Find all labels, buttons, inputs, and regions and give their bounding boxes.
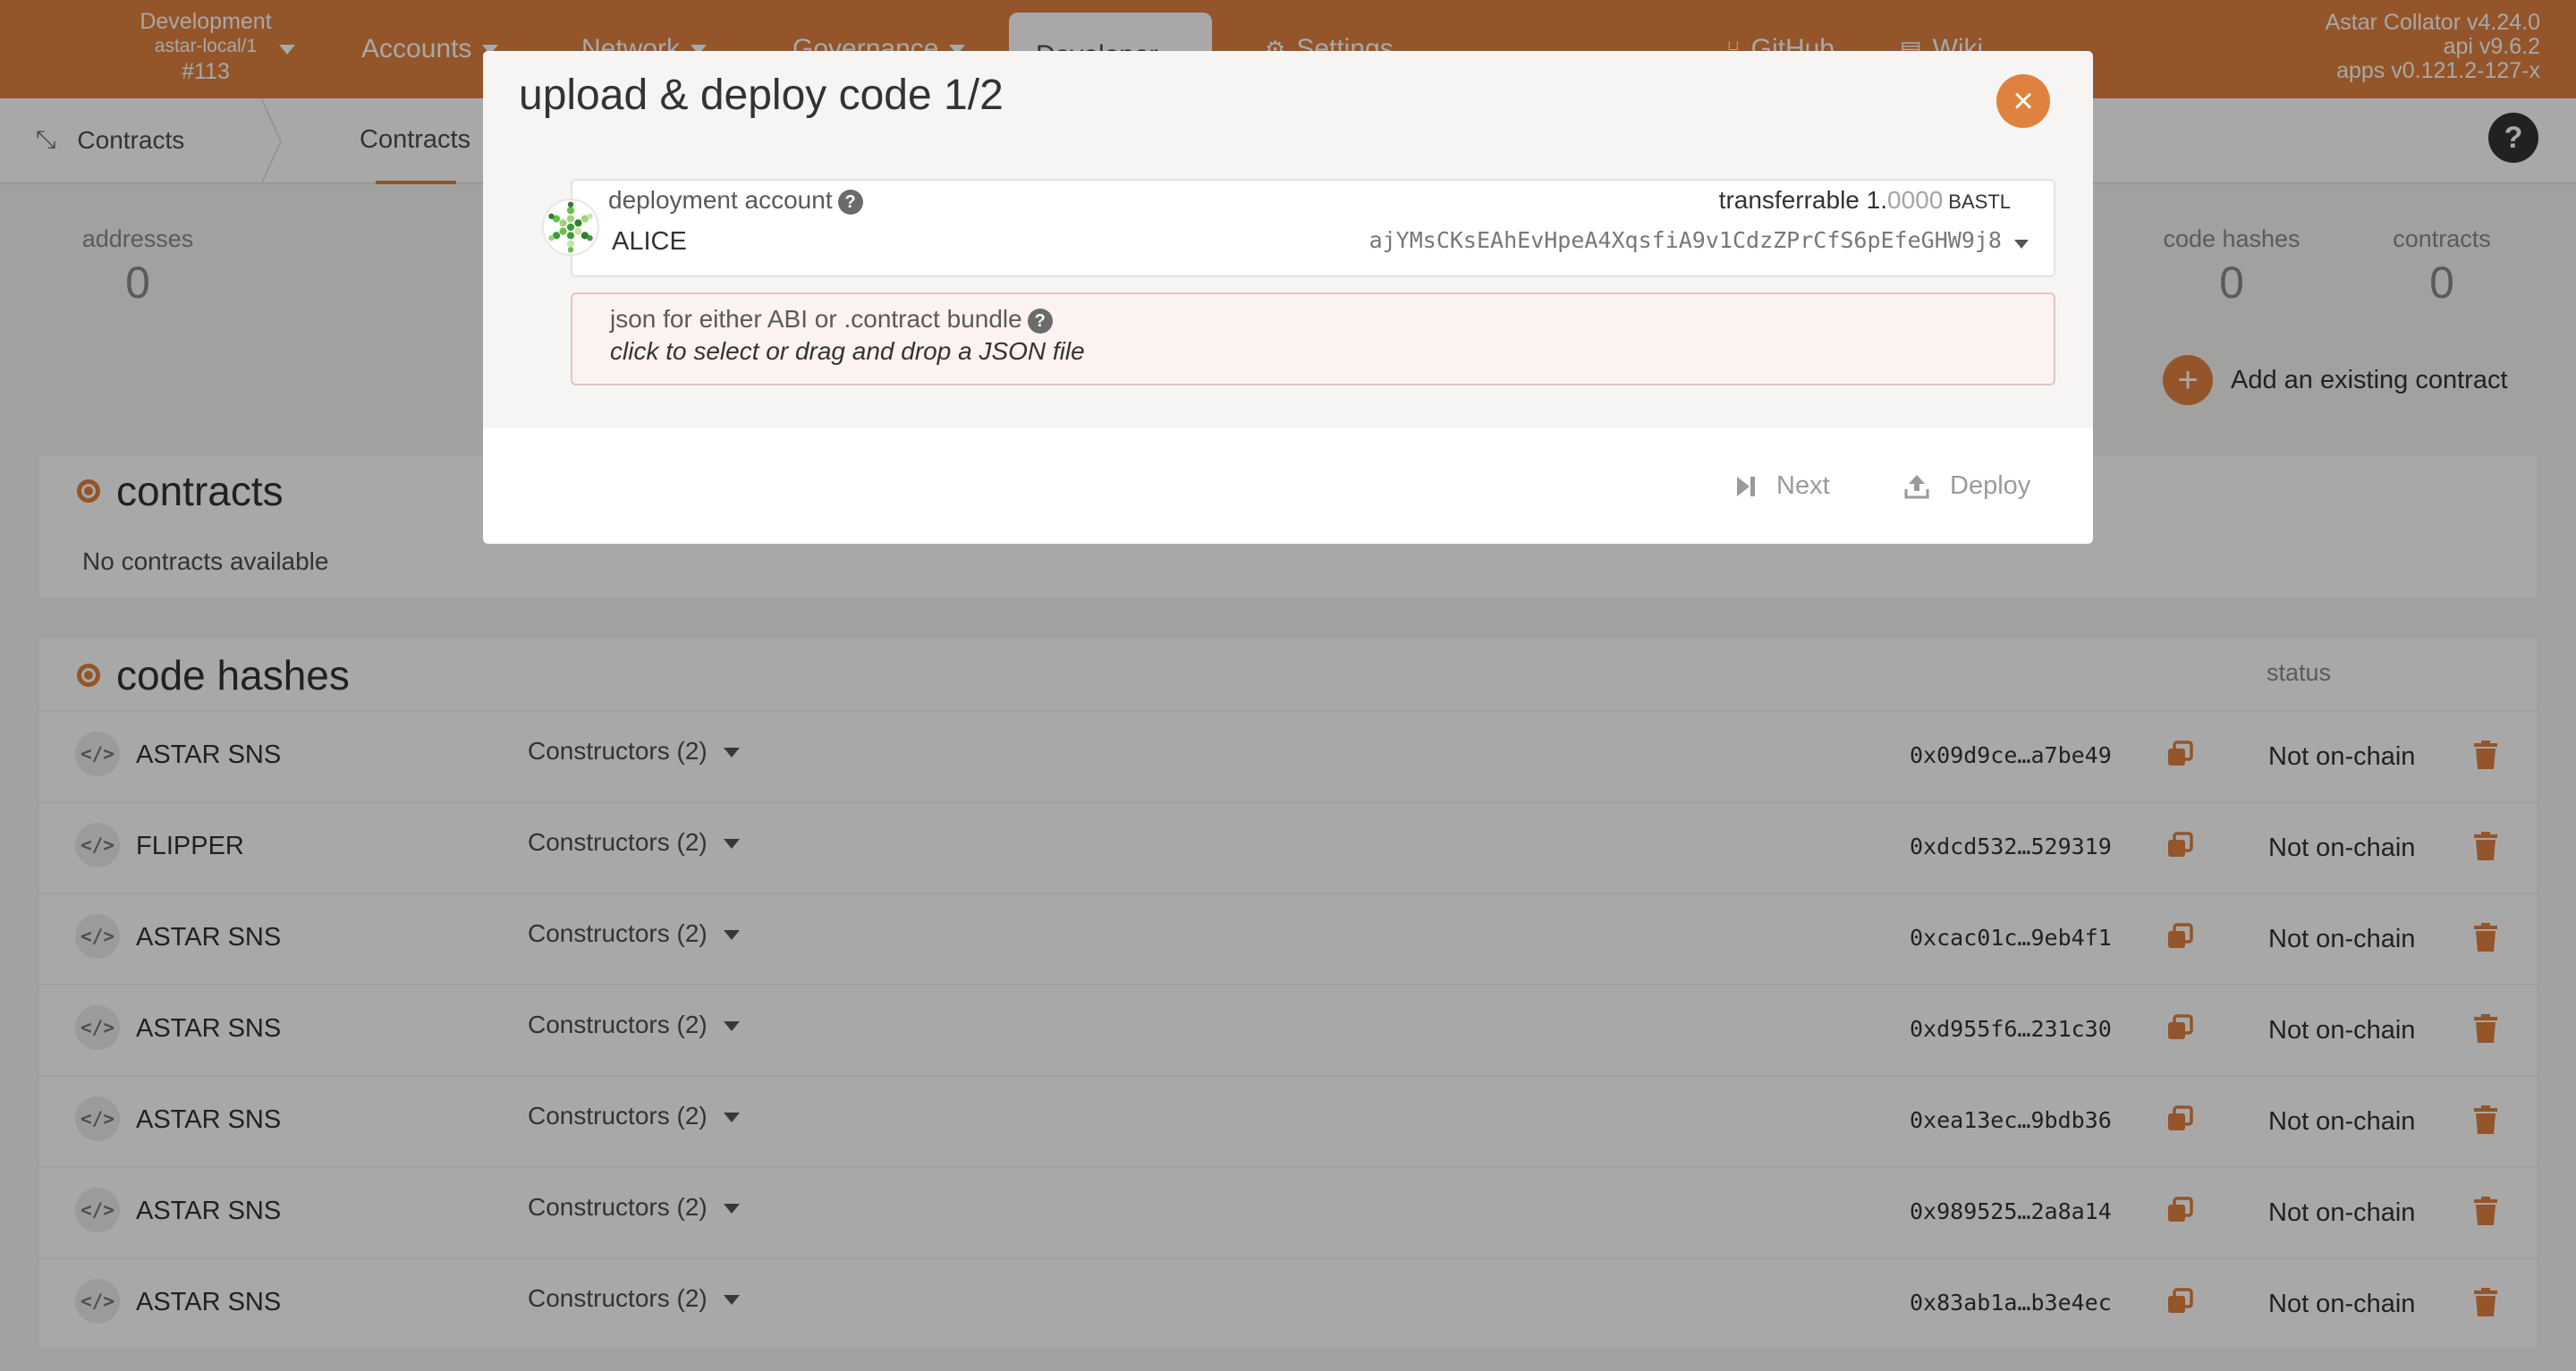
deployment-account-label-text: deployment account xyxy=(608,186,833,214)
identicon-dot xyxy=(567,201,574,207)
transferrable-label: transferrable 1. xyxy=(1718,186,1887,214)
identicon-dot xyxy=(566,223,575,232)
identicon-dot xyxy=(566,215,575,223)
next-button[interactable]: Next xyxy=(1735,471,1830,501)
close-icon: × xyxy=(2012,80,2034,121)
step-forward-icon xyxy=(1737,476,1755,496)
transferrable-unit: BASTL xyxy=(1948,190,2011,213)
identicon-dot xyxy=(559,227,567,235)
chevron-down-icon xyxy=(2014,240,2029,249)
identicon-dot xyxy=(548,235,555,241)
modal-title: upload & deploy code 1/2 xyxy=(519,72,1004,119)
identicon-dot xyxy=(567,247,574,253)
identicon-dot xyxy=(574,227,582,235)
upload-icon xyxy=(1904,474,1929,498)
identicon-dot xyxy=(548,213,555,219)
help-icon[interactable]: ? xyxy=(837,189,863,215)
deployment-account-select[interactable]: deployment account? ALICE transferrable … xyxy=(571,179,2055,277)
upload-deploy-modal: upload & deploy code 1/2 × deployment ac… xyxy=(483,51,2093,544)
account-name: ALICE xyxy=(612,227,687,256)
transferrable-decimals: 0000 xyxy=(1887,186,1944,214)
help-icon[interactable]: ? xyxy=(1027,308,1053,334)
identicon-dot xyxy=(587,235,593,241)
deployment-account-label: deployment account? xyxy=(608,186,863,215)
json-file-dropzone[interactable]: json for either ABI or .contract bundle?… xyxy=(571,292,2055,385)
json-label-text: json for either ABI or .contract bundle xyxy=(610,305,1022,333)
close-button[interactable]: × xyxy=(1996,74,2050,128)
identicon-dot xyxy=(566,232,575,240)
identicon-dot xyxy=(559,219,567,227)
identicon-dot xyxy=(587,213,593,219)
json-label: json for either ABI or .contract bundle? xyxy=(610,305,1053,334)
transferrable-balance: transferrable 1.0000 BASTL xyxy=(1719,186,2011,215)
identicon-dot xyxy=(566,207,575,215)
deploy-label: Deploy xyxy=(1950,471,2031,500)
account-identicon-icon xyxy=(542,199,599,256)
json-placeholder: click to select or drag and drop a JSON … xyxy=(610,337,1085,365)
deploy-button[interactable]: Deploy xyxy=(1903,471,2030,501)
next-label: Next xyxy=(1776,471,1830,500)
identicon-dot xyxy=(574,219,582,227)
identicon-dot xyxy=(566,240,575,248)
account-address: ajYMsCKsEAhEvHpeA4XqsfiA9v1CdzZPrCfS6pEf… xyxy=(1368,227,2002,253)
